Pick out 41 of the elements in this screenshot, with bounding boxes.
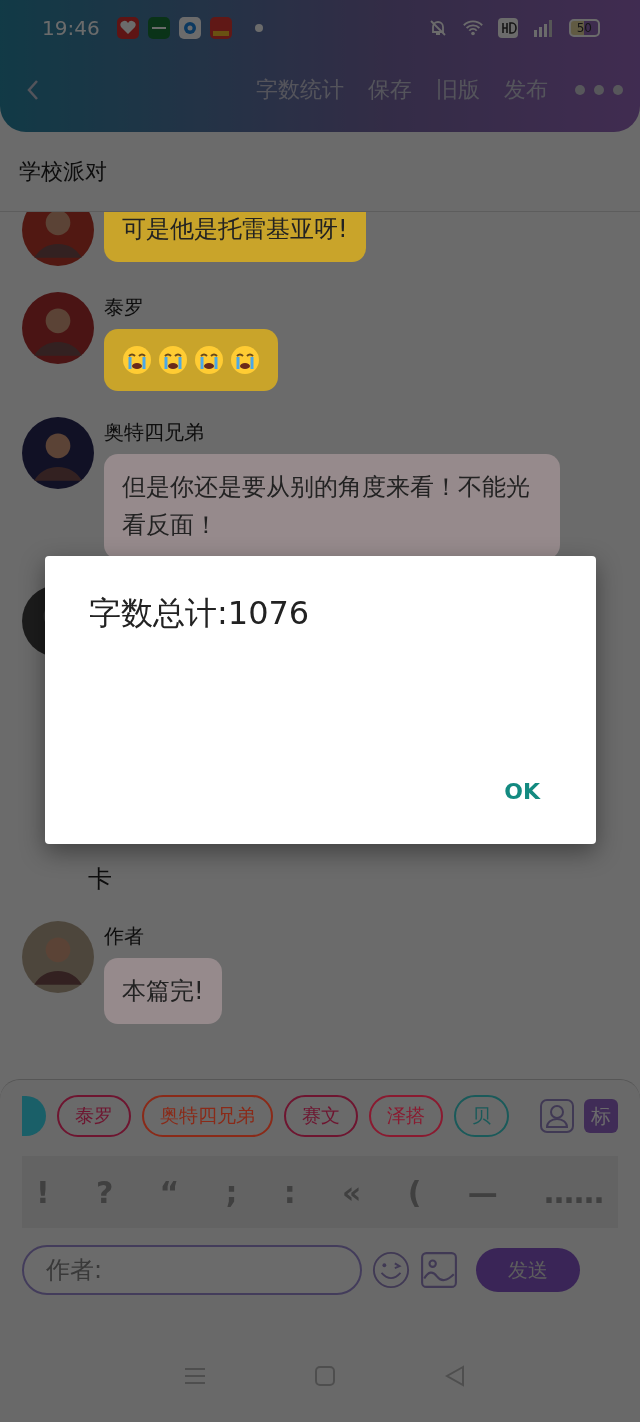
punctuation-key[interactable]: ( [401, 1174, 428, 1210]
punctuation-key[interactable]: « [336, 1174, 368, 1210]
dot-icon [254, 23, 263, 32]
speaker-name: 奥特四兄弟 [104, 419, 205, 446]
punctuation-key[interactable]: …… [537, 1174, 610, 1210]
signal-icon [531, 17, 554, 38]
punctuation-key[interactable]: : [277, 1174, 302, 1210]
crying-face-icon [122, 345, 152, 375]
punctuation-key[interactable]: “ [153, 1174, 186, 1210]
crying-face-icon [230, 345, 260, 375]
app-icon [209, 16, 232, 39]
speaker-name: 作者 [104, 922, 145, 950]
character-tag[interactable]: 泰罗 [57, 1095, 131, 1137]
crying-face-icon [194, 345, 224, 375]
message-bubble: 可是他是托雷基亚呀! [104, 212, 366, 263]
narration-text: 卡 [88, 863, 112, 895]
more-icon[interactable] [574, 83, 624, 96]
app-icon [178, 16, 201, 39]
status-time: 19:46 [42, 15, 100, 40]
hd-icon [496, 17, 519, 38]
back-nav-icon[interactable] [443, 1364, 467, 1388]
punctuation-key[interactable]: — [461, 1174, 504, 1210]
character-tag[interactable]: 贝 [454, 1095, 509, 1137]
dialog-message: 字数总计:1076 [89, 593, 310, 634]
home-icon[interactable] [313, 1364, 337, 1388]
message-bubble: 但是你还是要从别的角度来看！不能光看反面！ [104, 454, 560, 559]
crying-face-icon [158, 345, 188, 375]
image-icon[interactable] [420, 1251, 458, 1289]
app-icon [147, 16, 170, 39]
wink-face-icon[interactable] [372, 1251, 410, 1289]
person-icon[interactable] [540, 1099, 574, 1133]
character-tag[interactable]: 奥特四兄弟 [142, 1095, 273, 1137]
punctuation-key[interactable]: ; [219, 1174, 244, 1210]
punctuation-key[interactable]: ! [30, 1174, 56, 1210]
message-bubble: 本篇完! [104, 957, 222, 1025]
punctuation-key[interactable]: ? [89, 1174, 120, 1210]
ok-button[interactable]: OK [496, 775, 548, 808]
character-tag[interactable]: 赛文 [284, 1095, 358, 1137]
character-tag[interactable]: 泽搭 [369, 1095, 443, 1137]
speaker-name: 泰罗 [104, 294, 145, 321]
app-icon [116, 16, 139, 39]
